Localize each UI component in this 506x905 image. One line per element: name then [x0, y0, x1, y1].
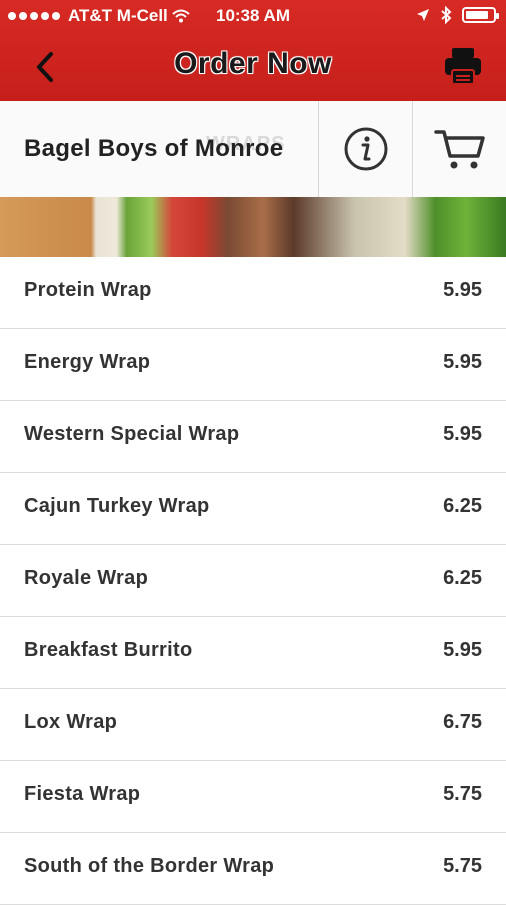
menu-item-row[interactable]: Western Special Wrap 5.95	[0, 401, 506, 473]
menu-item-name: Breakfast Burrito	[24, 639, 193, 661]
menu-item-price: 5.75	[443, 855, 482, 877]
bluetooth-icon	[441, 6, 452, 24]
menu-item-row[interactable]: Protein Wrap 5.95	[0, 257, 506, 329]
restaurant-bar: WRAPS Bagel Boys of Monroe	[0, 101, 506, 198]
menu-item-price: 6.25	[443, 495, 482, 517]
restaurant-name: Bagel Boys of Monroe	[24, 135, 284, 162]
navigation-bar: Order Now	[0, 33, 506, 101]
menu-item-name: Western Special Wrap	[24, 423, 240, 445]
status-bar: AT&T M-Cell 10:38 AM	[0, 0, 506, 33]
menu-item-name: Fiesta Wrap	[24, 783, 141, 805]
menu-item-name: Royale Wrap	[24, 567, 149, 589]
location-arrow-icon	[417, 9, 429, 21]
menu-item-name: Protein Wrap	[24, 279, 152, 301]
menu-item-row[interactable]: Royale Wrap 6.25	[0, 545, 506, 617]
menu-item-price: 6.75	[443, 711, 482, 733]
menu-item-row[interactable]: Breakfast Burrito 5.95	[0, 617, 506, 689]
info-button[interactable]	[318, 101, 413, 197]
menu-item-price: 5.95	[443, 423, 482, 445]
battery-icon	[462, 7, 499, 23]
status-icons	[416, 6, 499, 24]
menu-item-name: Energy Wrap	[24, 351, 151, 373]
menu-item-price: 5.75	[443, 783, 482, 805]
food-banner-image	[0, 197, 506, 257]
menu-item-price: 5.95	[443, 639, 482, 661]
menu-item-row[interactable]: South of the Border Wrap 5.75	[0, 833, 506, 905]
header: AT&T M-Cell 10:38 AM Order Now	[0, 0, 506, 101]
cart-button[interactable]	[412, 101, 506, 197]
menu-list: Protein Wrap 5.95 Energy Wrap 5.95 Western S…	[0, 257, 506, 905]
printer-icon	[445, 48, 481, 85]
menu-item-price: 5.95	[443, 279, 482, 301]
print-button[interactable]	[442, 45, 484, 87]
menu-item-row[interactable]: Lox Wrap 6.75	[0, 689, 506, 761]
menu-item-name: Lox Wrap	[24, 711, 118, 733]
menu-item-row[interactable]: Energy Wrap 5.95	[0, 329, 506, 401]
menu-item-name: Cajun Turkey Wrap	[24, 495, 210, 517]
info-icon	[344, 127, 388, 171]
menu-item-row[interactable]: Fiesta Wrap 5.75	[0, 761, 506, 833]
battery-fill	[466, 11, 488, 19]
menu-item-name: South of the Border Wrap	[24, 855, 275, 877]
cart-icon	[434, 130, 485, 169]
page-title: Order Now	[174, 47, 332, 80]
menu-item-price: 5.95	[443, 351, 482, 373]
menu-item-row[interactable]: Cajun Turkey Wrap 6.25	[0, 473, 506, 545]
menu-item-price: 6.25	[443, 567, 482, 589]
